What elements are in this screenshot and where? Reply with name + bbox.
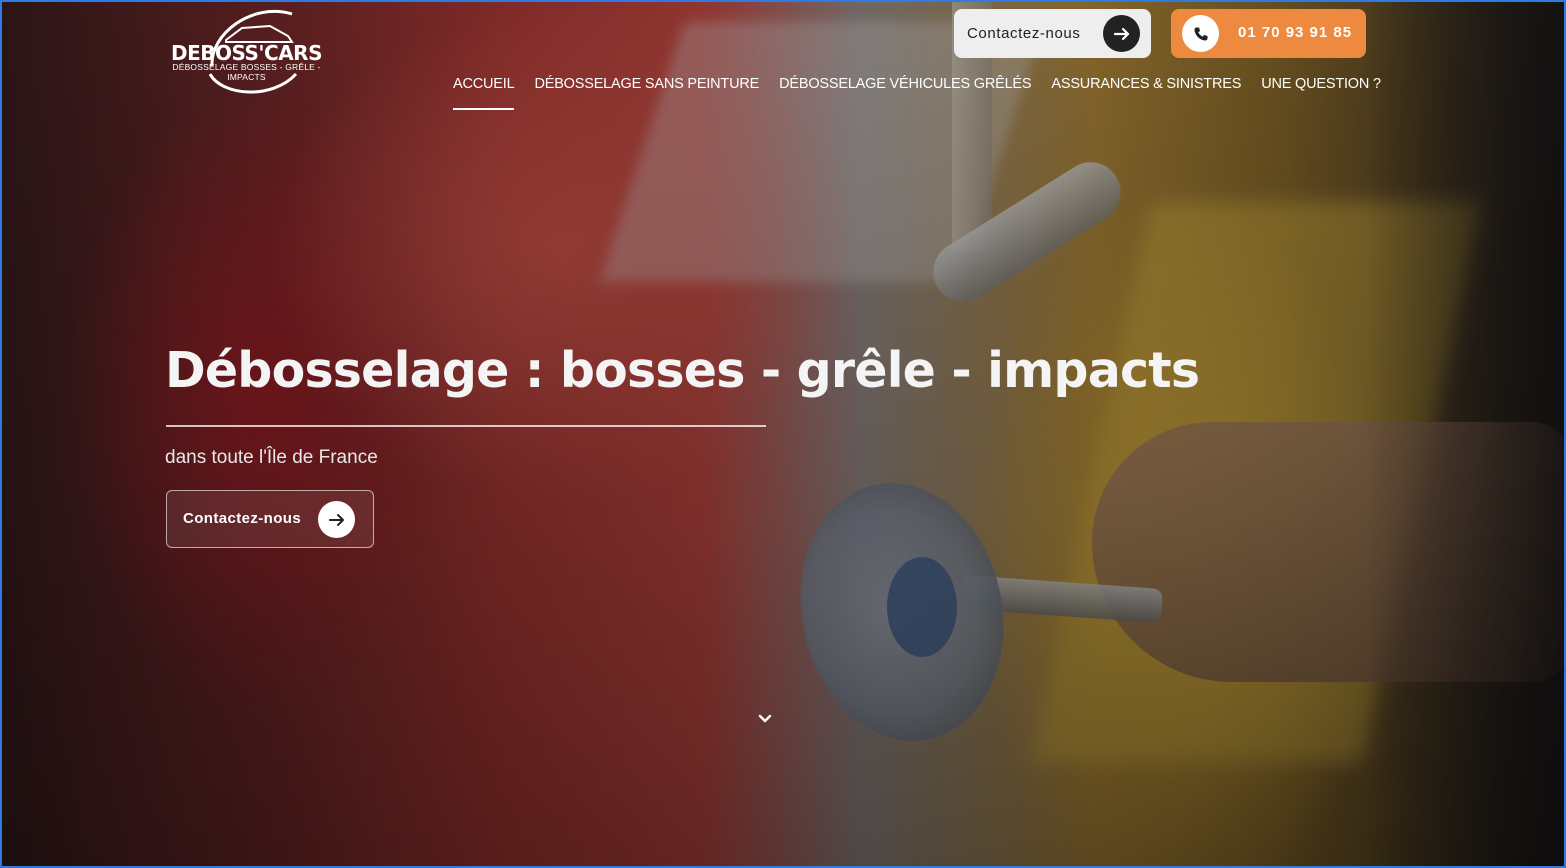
header-phone-button[interactable]: 01 70 93 91 85 — [1171, 9, 1366, 58]
header-contact-label: Contactez-nous — [967, 25, 1081, 42]
hero-title: Débosselage : bosses - grêle - impacts — [165, 342, 1200, 399]
site-logo[interactable]: DEBOSS'CARS DÉBOSSELAGE BOSSES - GRÊLE -… — [164, 4, 329, 96]
nav-item-debosselage-sans-peinture[interactable]: DÉBOSSELAGE SANS PEINTURE — [534, 76, 759, 110]
arrow-right-icon — [1103, 15, 1140, 52]
nav-item-assurances-sinistres[interactable]: ASSURANCES & SINISTRES — [1051, 76, 1241, 110]
phone-icon — [1182, 15, 1219, 52]
hero-contact-button[interactable]: Contactez-nous — [166, 490, 374, 548]
hero-subtitle: dans toute l'Île de France — [165, 447, 378, 468]
nav-item-accueil[interactable]: ACCUEIL — [453, 76, 515, 110]
hero-dark-overlay — [2, 2, 1564, 866]
header-phone-number: 01 70 93 91 85 — [1238, 24, 1353, 41]
nav-item-debosselage-vehicules-greles[interactable]: DÉBOSSELAGE VÉHICULES GRÊLÉS — [779, 76, 1031, 110]
logo-tagline: DÉBOSSELAGE BOSSES - GRÊLE - IMPACTS — [172, 62, 321, 82]
hero-divider — [166, 425, 766, 427]
nav-item-une-question[interactable]: UNE QUESTION ? — [1261, 76, 1381, 110]
chevron-down-icon[interactable] — [754, 708, 776, 730]
arrow-right-icon — [318, 501, 355, 538]
main-navigation: ACCUEIL DÉBOSSELAGE SANS PEINTURE DÉBOSS… — [453, 76, 1381, 110]
header-contact-button[interactable]: Contactez-nous — [954, 9, 1151, 58]
page-frame: DEBOSS'CARS DÉBOSSELAGE BOSSES - GRÊLE -… — [0, 0, 1566, 868]
hero-contact-label: Contactez-nous — [183, 510, 302, 527]
